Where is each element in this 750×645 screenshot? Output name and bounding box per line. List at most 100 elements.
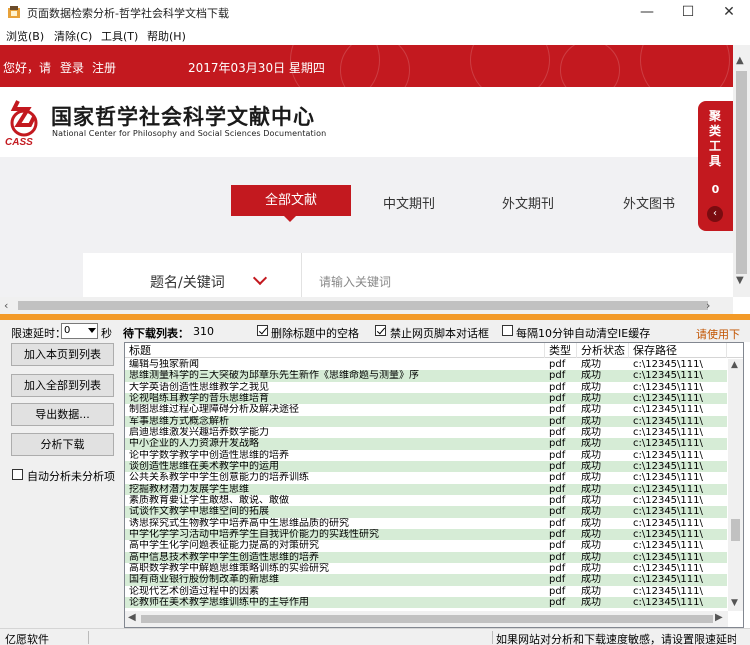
col-path[interactable]: 保存路径: [629, 343, 727, 358]
menu-help[interactable]: 帮助(H): [147, 28, 186, 44]
table-row[interactable]: 论中学数学教学中创造性思维的培养 pdf 成功 c:\12345\111\: [125, 450, 727, 461]
table-row[interactable]: 高中学生化学问题表征能力提高的对策研究 pdf 成功 c:\12345\111\: [125, 540, 727, 551]
delay-select[interactable]: 0: [61, 323, 98, 339]
tab-cn-journals[interactable]: 中文期刊: [383, 193, 435, 212]
delay-unit: 秒: [101, 327, 112, 340]
search-input[interactable]: 请输入关键词: [319, 273, 391, 290]
row-status: 成功: [581, 392, 601, 404]
col-title[interactable]: 标题: [125, 343, 545, 358]
cluster-tool-panel[interactable]: 聚类工具 0 ‹: [698, 101, 733, 231]
minimize-button[interactable]: —: [632, 3, 662, 21]
row-title: 启迪思维激发兴趣培养数学能力: [129, 426, 269, 438]
row-type: pdf: [549, 359, 566, 370]
table-row[interactable]: 高职数学教学中解题思维策略训练的实验研究 pdf 成功 c:\12345\111\: [125, 563, 727, 574]
scroll-right-icon[interactable]: ›: [706, 299, 710, 312]
row-title: 高中信息技术教学中学生创造性思维的培养: [129, 551, 319, 563]
table-row[interactable]: 军事思维方式概念解析 pdf 成功 c:\12345\111\: [125, 415, 727, 427]
login-link[interactable]: 登录: [60, 59, 84, 76]
table-row[interactable]: 思维测量科学的三大突破为邱章乐先生新作《思维命题与测量》序 pdf 成功 c:\123…: [125, 370, 727, 382]
table-row[interactable]: 公共关系教学中学生创意能力的培养训练 pdf 成功 c:\12345\111\: [125, 472, 727, 483]
collapse-icon[interactable]: ‹: [707, 206, 723, 222]
row-title: 诱思探究式生物教学中培养高中生思维品质的研究: [129, 517, 349, 529]
add-all-button[interactable]: 加入全部到列表: [11, 374, 114, 397]
table-row[interactable]: 论现代艺术创造过程中的因素 pdf 成功 c:\12345\111\: [125, 586, 727, 597]
menu-tools[interactable]: 工具(T): [101, 28, 138, 44]
row-type: pdf: [549, 540, 566, 552]
table-row[interactable]: 高中信息技术教学中学生创造性思维的培养 pdf 成功 c:\12345\111\: [125, 551, 727, 563]
table-row[interactable]: 启迪思维激发兴趣培养数学能力 pdf 成功 c:\12345\111\: [125, 427, 727, 438]
row-status: 成功: [581, 562, 601, 574]
row-title: 中小企业的人力资源开发战略: [129, 438, 259, 450]
scroll-down-icon[interactable]: ▼: [736, 275, 744, 286]
row-status: 成功: [581, 381, 601, 393]
export-button[interactable]: 导出数据...: [11, 403, 114, 426]
table-row[interactable]: 中小企业的人力资源开发战略 pdf 成功 c:\12345\111\: [125, 438, 727, 450]
cass-logo-icon[interactable]: CASS: [4, 97, 44, 147]
table-row[interactable]: 谈创造性思维在美术教学中的运用 pdf 成功 c:\12345\111\: [125, 460, 727, 473]
close-button[interactable]: ✕: [714, 3, 744, 21]
tab-foreign-journals[interactable]: 外文期刊: [502, 193, 554, 212]
table-row[interactable]: 中学化学学习活动中培养学生自我评价能力的实践性研究 pdf 成功 c:\12345\1…: [125, 528, 727, 541]
row-type: pdf: [549, 370, 566, 382]
status-bar: 亿愿软件 如果网站对分析和下载速度敏感，请设置限速延时: [0, 628, 750, 645]
row-title: 谈创造性思维在美术教学中的运用: [129, 460, 279, 472]
row-path: c:\12345\111\: [633, 494, 703, 506]
scroll-up-icon[interactable]: ▲: [736, 55, 744, 66]
logo-abbr: CASS: [5, 137, 33, 147]
web-vertical-scrollbar[interactable]: ▲ ▼: [733, 45, 750, 297]
scroll-left-icon[interactable]: ◀: [128, 612, 136, 623]
table-row[interactable]: 试谈作文教学中思维空间的拓展 pdf 成功 c:\12345\111\: [125, 506, 727, 518]
analyze-download-button[interactable]: 分析下载: [11, 433, 114, 456]
chevron-down-icon[interactable]: [252, 270, 268, 286]
auto-analyze-checkbox[interactable]: [12, 469, 23, 480]
scroll-thumb[interactable]: [18, 301, 708, 310]
add-page-button[interactable]: 加入本页到列表: [11, 343, 114, 366]
site-title: 国家哲学社会科学文献中心: [51, 105, 315, 129]
remove-spaces-checkbox[interactable]: [257, 325, 268, 336]
divider: [88, 631, 89, 644]
col-type[interactable]: 类型: [545, 343, 577, 358]
scroll-right-icon[interactable]: ▶: [715, 612, 723, 623]
table-row[interactable]: 素质教育要让学生敢想、敢说、敢做 pdf 成功 c:\12345\111\: [125, 495, 727, 506]
scroll-thumb[interactable]: [141, 615, 713, 623]
row-status: 成功: [581, 449, 601, 461]
row-path: c:\12345\111\: [633, 426, 703, 438]
scroll-left-icon[interactable]: ‹: [4, 299, 8, 312]
col-status[interactable]: 分析状态: [577, 343, 629, 358]
table-row[interactable]: 编辑与独家新闻 pdf 成功 c:\12345\111\: [125, 359, 727, 370]
row-path: c:\12345\111\: [633, 415, 703, 427]
table-row[interactable]: 制图思维过程心理障碍分析及解决途径 pdf 成功 c:\12345\111\: [125, 404, 727, 415]
scroll-thumb[interactable]: [731, 519, 740, 541]
register-link[interactable]: 注册: [92, 59, 116, 76]
table-row[interactable]: 论教师在美术教学思维训练中的主导作用 pdf 成功 c:\12345\111\: [125, 596, 727, 609]
row-type: pdf: [549, 528, 566, 540]
web-view[interactable]: 您好，请 登录 注册 2017年03月30日 星期四 CASS 国家哲学社会科学…: [0, 45, 733, 297]
row-path: c:\12345\111\: [633, 517, 703, 529]
scroll-up-icon[interactable]: ▲: [731, 360, 738, 370]
table-row[interactable]: 论视唱练耳教学的音乐思维培育 pdf 成功 c:\12345\111\: [125, 392, 727, 405]
table-row[interactable]: 大学英语创造性思维教学之我见 pdf 成功 c:\12345\111\: [125, 382, 727, 393]
search-field-select[interactable]: 题名/关键词: [150, 272, 225, 292]
download-list[interactable]: 标题 类型 分析状态 保存路径 编辑与独家新闻 pdf 成功 c:\12345\111…: [124, 342, 744, 628]
list-vertical-scrollbar[interactable]: ▲ ▼: [728, 359, 743, 611]
block-dialogs-checkbox[interactable]: [375, 325, 386, 336]
row-status: 成功: [581, 506, 601, 518]
row-path: c:\12345\111\: [633, 359, 703, 370]
scroll-thumb[interactable]: [736, 71, 747, 274]
menu-browse[interactable]: 浏览(B): [6, 28, 44, 44]
remove-spaces-label: 删除标题中的空格: [271, 327, 359, 340]
auto-clear-cache-checkbox[interactable]: [502, 325, 513, 336]
tab-all-docs[interactable]: 全部文献: [231, 185, 351, 222]
chevron-down-icon[interactable]: [88, 328, 96, 333]
table-row[interactable]: 国有商业银行股份制改革的新思维 pdf 成功 c:\12345\111\: [125, 574, 727, 586]
scroll-down-icon[interactable]: ▼: [731, 598, 738, 608]
table-row[interactable]: 挖掘教材潜力发展学生思维 pdf 成功 c:\12345\111\: [125, 483, 727, 495]
table-row[interactable]: 诱思探究式生物教学中培养高中生思维品质的研究 pdf 成功 c:\12345\111\: [125, 518, 727, 529]
tab-foreign-books[interactable]: 外文图书: [623, 193, 675, 212]
list-horizontal-scrollbar[interactable]: ◀ ▶: [125, 611, 728, 627]
delay-value: 0: [64, 325, 71, 336]
maximize-button[interactable]: ☐: [673, 3, 703, 21]
menu-clear[interactable]: 清除(C): [54, 28, 92, 44]
web-horizontal-scrollbar[interactable]: ‹ ›: [0, 297, 733, 314]
row-status: 成功: [581, 528, 601, 540]
